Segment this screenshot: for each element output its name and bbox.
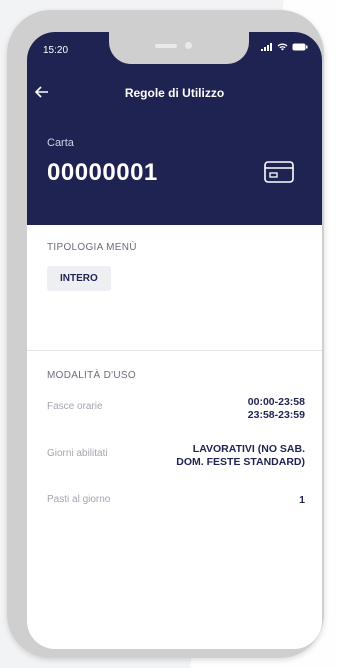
row-value-line2: DOM. FESTE STANDARD) [176,456,305,468]
app-screen: 15:20 Regole di Utilizzo Carta 00000001 [27,32,322,649]
divider [27,350,322,351]
row-value-line1: LAVORATIVI (NO SAB. [192,443,305,455]
card-icon [264,161,294,188]
wifi-icon [277,43,288,53]
card-number: 00000001 [47,159,158,186]
status-time: 15:20 [43,45,69,56]
phone-notch [109,32,249,64]
row-label: Pasti al giorno [47,494,111,505]
row-value: LAVORATIVI (NO SAB. DOM. FESTE STANDARD) [176,443,305,469]
row-value: 00:00-23:58 23:58-23:59 [248,396,305,422]
status-icons [261,43,308,53]
row-value-line1: 1 [299,494,305,506]
camera-dot [185,42,192,49]
modalita-section: MODALITÀ D'USO [47,370,305,381]
row-value-line2: 23:58-23:59 [247,409,305,421]
menu-type-chip[interactable]: INTERO [47,266,111,291]
speaker-slot [155,44,177,48]
modalita-title: MODALITÀ D'USO [47,370,136,381]
row-value-line1: 00:00-23:58 [247,396,305,408]
list-item-giorni-abilitati: Giorni abilitati LAVORATIVI (NO SAB. DOM… [47,443,305,469]
row-label: Giorni abilitati [47,448,108,459]
list-item-fasce-orarie: Fasce orarie 00:00-23:58 23:58-23:59 [47,396,305,422]
list-item-pasti-al-giorno: Pasti al giorno 1 [47,489,305,507]
battery-icon [292,43,308,53]
tipologia-section: TIPOLOGIA MENÙ INTERO [47,242,305,291]
phone-frame: 15:20 Regole di Utilizzo Carta 00000001 [7,10,324,658]
row-label: Fasce orarie [47,401,103,412]
row-value: 1 [299,489,305,507]
signal-icon [261,43,273,53]
tipologia-title: TIPOLOGIA MENÙ [47,242,137,253]
card-label: Carta [47,137,74,149]
page-title: Regole di Utilizzo [124,86,225,100]
